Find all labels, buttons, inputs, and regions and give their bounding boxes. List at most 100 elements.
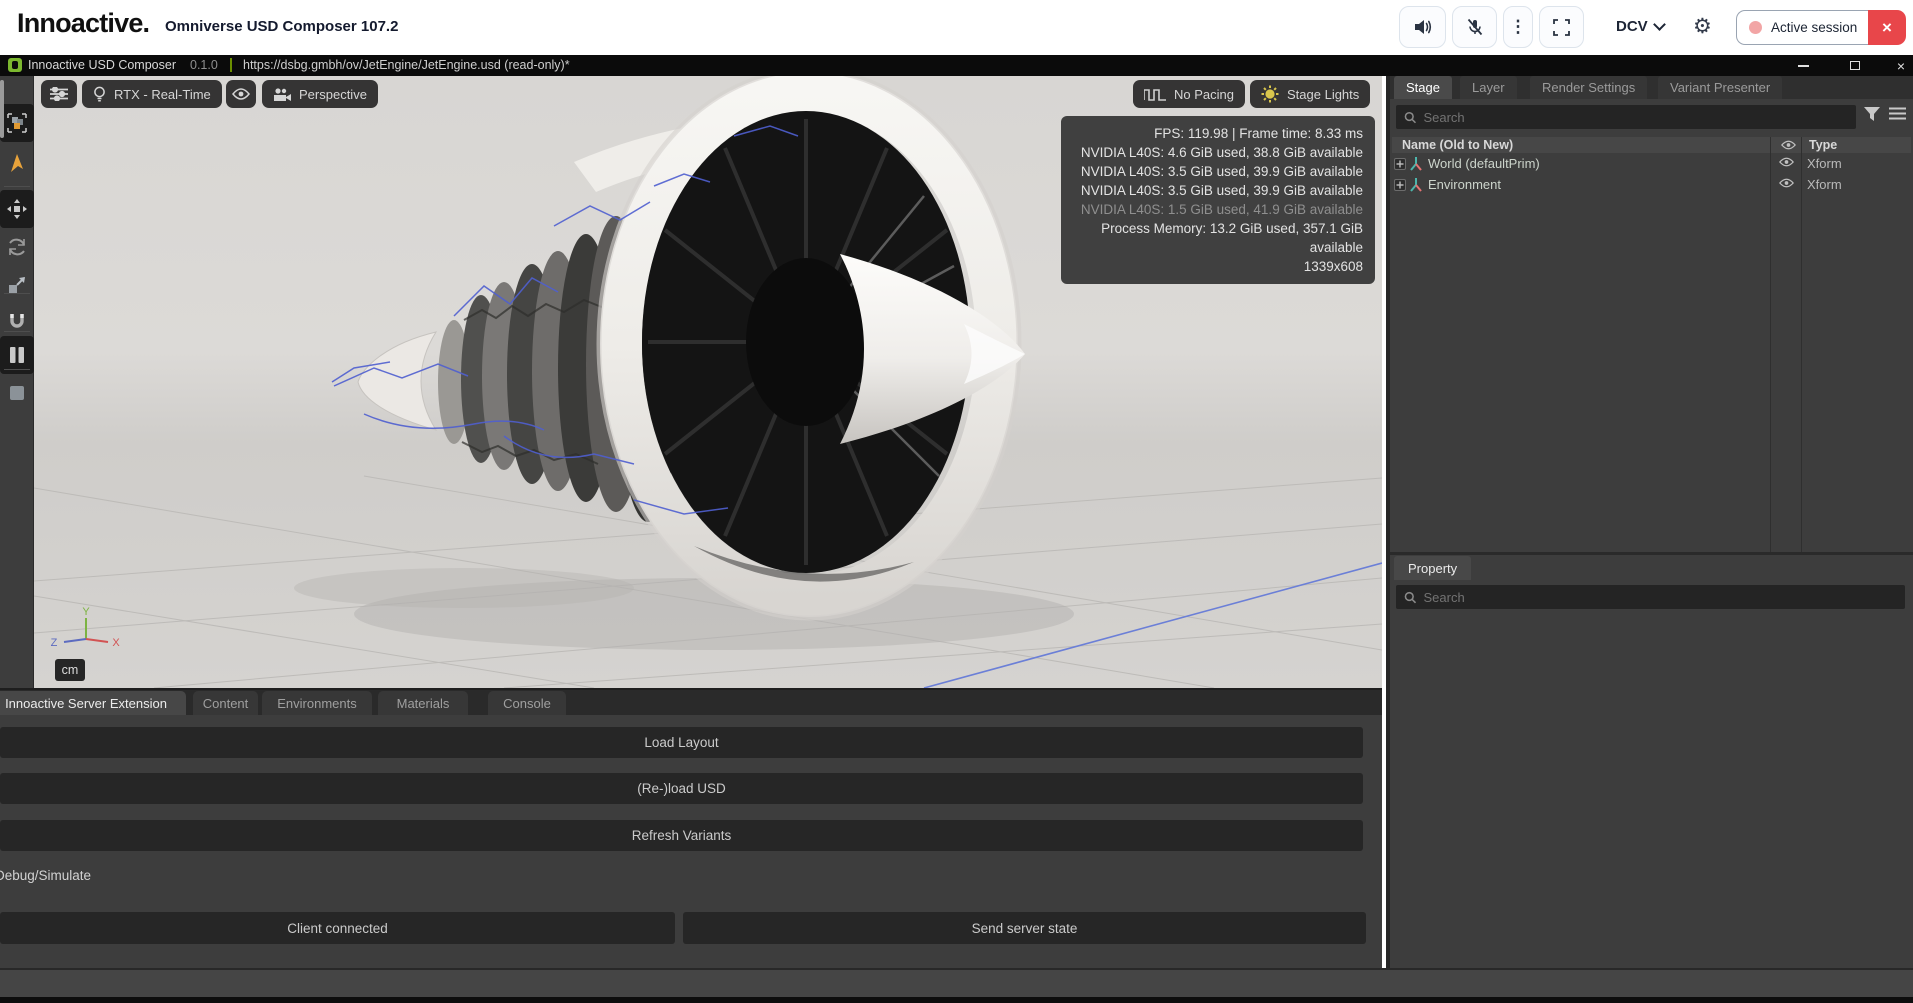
- left-scrollbar[interactable]: [0, 80, 4, 138]
- tab-environments[interactable]: Environments: [262, 691, 372, 715]
- axis-orientation-gizmo[interactable]: Y Z X: [42, 606, 122, 656]
- tab-materials[interactable]: Materials: [378, 691, 468, 715]
- visibility-eye-icon[interactable]: [1779, 178, 1794, 188]
- innoactive-app-icon: [8, 58, 22, 72]
- camera-label: Perspective: [299, 87, 367, 102]
- expand-plus-icon[interactable]: [1394, 179, 1406, 191]
- pause-icon: [9, 346, 25, 364]
- visibility-menu-button[interactable]: [226, 80, 256, 108]
- tab-innoactive-server-extension[interactable]: Innoactive Server Extension: [0, 691, 186, 715]
- active-session-button[interactable]: Active session: [1736, 10, 1868, 45]
- list-options-icon[interactable]: [1889, 107, 1906, 120]
- stage-tab-strip: Stage Layer Render Settings Variant Pres…: [1390, 76, 1913, 99]
- fullscreen-button[interactable]: [1539, 6, 1584, 48]
- gpu-line: NVIDIA L40S: 3.5 GiB used, 39.9 GiB avai…: [1073, 181, 1363, 200]
- renderer-label: RTX - Real-Time: [114, 87, 211, 102]
- bottom-edge-bar: [0, 997, 1913, 1003]
- column-divider: [1770, 137, 1771, 555]
- stage-search-field[interactable]: [1396, 105, 1856, 129]
- property-search-field[interactable]: [1396, 585, 1905, 609]
- magnet-icon: [7, 311, 27, 331]
- gpu-line: NVIDIA L40S: 3.5 GiB used, 39.9 GiB avai…: [1073, 162, 1363, 181]
- stop-tool[interactable]: [0, 374, 34, 412]
- reload-usd-button[interactable]: (Re-)load USD: [0, 773, 1363, 804]
- property-search-input[interactable]: [1423, 590, 1897, 605]
- select-tool[interactable]: [0, 144, 34, 182]
- more-options-button[interactable]: ⋮: [1503, 6, 1533, 48]
- selection-mode-tool[interactable]: [0, 104, 34, 142]
- debug-simulate-label: Debug/Simulate: [0, 868, 91, 883]
- tree-row-environment[interactable]: Environment Xform: [1390, 175, 1913, 196]
- expand-plus-icon[interactable]: [1394, 158, 1406, 170]
- renderer-select-button[interactable]: RTX - Real-Time: [82, 80, 222, 108]
- pacing-button[interactable]: No Pacing: [1133, 80, 1245, 108]
- stage-lights-label: Stage Lights: [1287, 87, 1359, 102]
- settings-gear-button[interactable]: ⚙: [1693, 14, 1712, 39]
- pacing-label: No Pacing: [1174, 87, 1234, 102]
- column-type: Type: [1809, 138, 1837, 152]
- column-divider: [1801, 137, 1802, 555]
- speaker-icon: [1413, 18, 1433, 36]
- tab-content[interactable]: Content: [193, 691, 258, 715]
- maximize-button[interactable]: [1838, 55, 1872, 76]
- camera-icon: [273, 88, 291, 101]
- render-stats-overlay: FPS: 119.98 | Frame time: 8.33 ms NVIDIA…: [1061, 116, 1375, 284]
- send-server-state-button[interactable]: Send server state: [683, 912, 1366, 944]
- search-icon: [1404, 591, 1416, 604]
- tree-header-row[interactable]: Name (Old to New) Type: [1392, 137, 1911, 153]
- tree-row-world[interactable]: World (defaultPrim) Xform: [1390, 154, 1913, 175]
- rotate-tool[interactable]: [0, 228, 34, 266]
- units-badge: cm: [55, 659, 85, 681]
- gpu-line: NVIDIA L40S: 4.6 GiB used, 38.8 GiB avai…: [1073, 143, 1363, 162]
- minimize-button[interactable]: [1786, 55, 1820, 76]
- visibility-eye-icon[interactable]: [1779, 157, 1794, 167]
- visibility-column-eye-icon: [1781, 140, 1796, 150]
- prim-name[interactable]: World (defaultPrim): [1428, 156, 1540, 171]
- bottom-extension-panel: Innoactive Server Extension Content Envi…: [0, 690, 1382, 968]
- end-session-button[interactable]: ×: [1868, 10, 1906, 45]
- render-bulb-icon: [93, 86, 106, 102]
- tab-console[interactable]: Console: [488, 691, 566, 715]
- property-panel-divider[interactable]: [1390, 552, 1913, 555]
- tab-property[interactable]: Property: [1394, 556, 1471, 580]
- column-name: Name (Old to New): [1402, 138, 1513, 152]
- gpu-line-inactive: NVIDIA L40S: 1.5 GiB used, 41.9 GiB avai…: [1073, 200, 1363, 219]
- chevron-down-icon: [1653, 18, 1666, 31]
- dcv-label: DCV: [1616, 18, 1648, 35]
- microphone-muted-button[interactable]: [1452, 6, 1497, 48]
- viewport-3d[interactable]: RTX - Real-Time Perspective No Pacing St…: [34, 76, 1382, 688]
- window-app-name: Innoactive USD Composer: [28, 58, 176, 72]
- tab-render-settings[interactable]: Render Settings: [1530, 76, 1647, 99]
- xform-axis-icon: [1409, 177, 1423, 192]
- tab-stage[interactable]: Stage: [1394, 76, 1452, 99]
- filter-funnel-icon[interactable]: [1864, 107, 1880, 121]
- stage-lights-button[interactable]: Stage Lights: [1250, 80, 1370, 108]
- refresh-variants-button[interactable]: Refresh Variants: [0, 820, 1363, 851]
- stop-square-icon: [9, 385, 25, 401]
- prim-name[interactable]: Environment: [1428, 177, 1501, 192]
- search-icon: [1404, 111, 1416, 124]
- resolution-line: 1339x608: [1073, 257, 1363, 276]
- process-memory-line: Process Memory: 13.2 GiB used, 357.1 GiB…: [1073, 219, 1363, 257]
- rotate-icon: [6, 236, 28, 258]
- stage-search-input[interactable]: [1423, 110, 1848, 125]
- prim-type: Xform: [1807, 177, 1842, 192]
- close-window-button[interactable]: ×: [1884, 55, 1913, 76]
- axis-z-label: Z: [51, 637, 58, 649]
- stage-url: https://dsbg.gmbh/ov/JetEngine/JetEngine…: [243, 58, 570, 72]
- move-tool[interactable]: [0, 190, 34, 228]
- axis-x-label: X: [112, 637, 120, 649]
- camera-select-button[interactable]: Perspective: [262, 80, 378, 108]
- dcv-dropdown[interactable]: DCV: [1616, 18, 1664, 35]
- tab-variant-presenter[interactable]: Variant Presenter: [1658, 76, 1782, 99]
- speaker-button[interactable]: [1399, 6, 1446, 48]
- window-title-bar: Innoactive USD Composer 0.1.0 https://ds…: [0, 55, 1913, 76]
- tab-layer[interactable]: Layer: [1460, 76, 1517, 99]
- load-layout-button[interactable]: Load Layout: [0, 727, 1363, 758]
- xform-axis-icon: [1409, 156, 1423, 171]
- client-connected-button[interactable]: Client connected: [0, 912, 675, 944]
- snap-tool[interactable]: [0, 302, 34, 340]
- browser-top-bar: Innoactive. Omniverse USD Composer 107.2…: [0, 0, 1913, 55]
- viewport-settings-button[interactable]: [41, 80, 77, 108]
- scale-tool[interactable]: [0, 266, 34, 304]
